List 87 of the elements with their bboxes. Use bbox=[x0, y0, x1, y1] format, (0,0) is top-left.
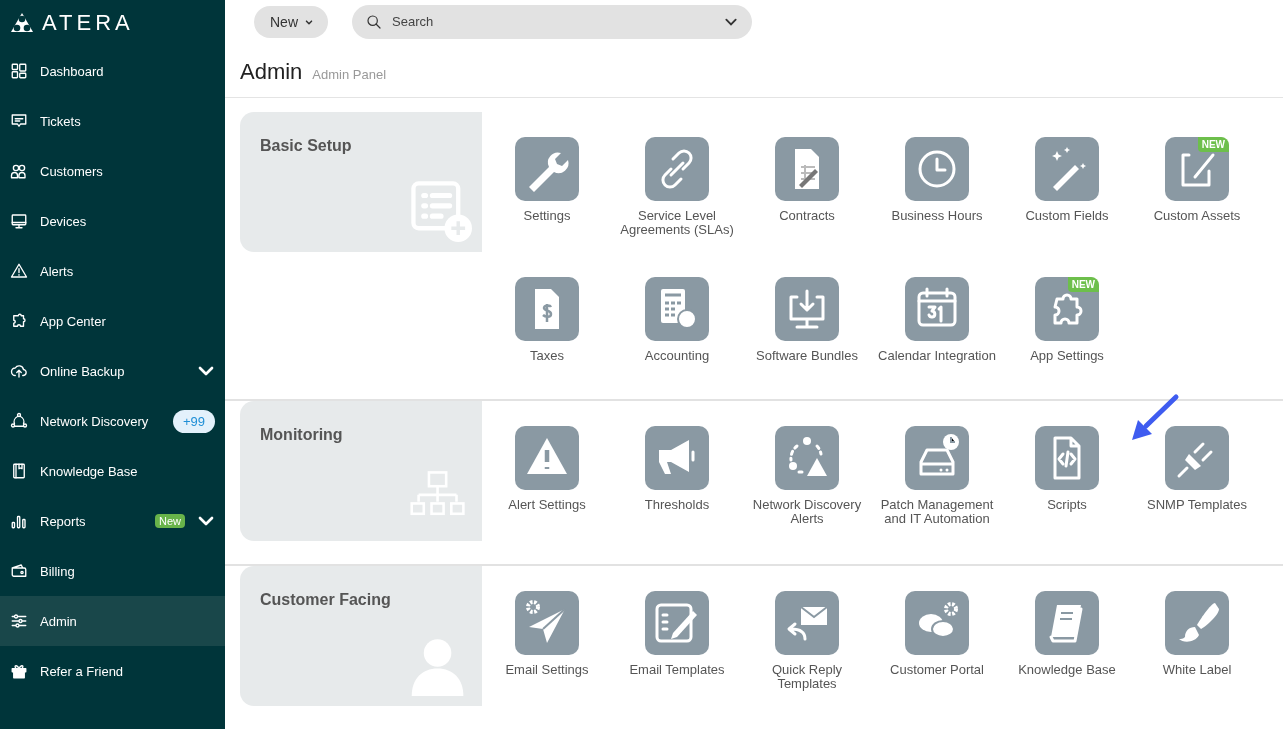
section-title: Monitoring bbox=[260, 426, 344, 444]
sliders-icon bbox=[10, 612, 28, 630]
sidebar-item[interactable]: Devices bbox=[0, 196, 225, 246]
network-nodes-icon bbox=[10, 412, 28, 430]
page-title: Admin bbox=[240, 59, 303, 85]
list-add-icon bbox=[410, 180, 472, 242]
dashboard-icon bbox=[10, 62, 28, 80]
admin-shortcut[interactable]: Thresholds bbox=[612, 426, 742, 526]
calculator-icon bbox=[645, 277, 709, 341]
people-icon bbox=[10, 162, 28, 180]
search-icon bbox=[366, 13, 382, 30]
admin-shortcut[interactable]: Knowledge Base bbox=[1002, 591, 1132, 691]
wallet-icon bbox=[10, 562, 28, 580]
book-icon bbox=[1035, 591, 1099, 655]
book-icon bbox=[10, 462, 28, 480]
warning-icon bbox=[515, 426, 579, 490]
new-button[interactable]: New bbox=[254, 5, 328, 38]
admin-shortcut[interactable]: Service Level Agreements (SLAs) bbox=[612, 137, 742, 237]
logo-icon bbox=[10, 12, 34, 34]
plug-icon bbox=[1165, 426, 1229, 490]
admin-shortcut[interactable]: Email Templates bbox=[612, 591, 742, 691]
chat-gear-icon bbox=[905, 591, 969, 655]
megaphone-icon bbox=[645, 426, 709, 490]
clock-icon bbox=[905, 137, 969, 201]
admin-shortcut[interactable]: Email Settings bbox=[482, 591, 612, 691]
admin-shortcut[interactable]: Patch Management and IT Automation bbox=[872, 426, 1002, 526]
admin-shortcut[interactable]: Customer Portal bbox=[872, 591, 1002, 691]
brand-name: ATERA bbox=[42, 10, 134, 36]
section-title: Basic Setup bbox=[260, 137, 353, 155]
sidebar-item[interactable]: Network Discovery +99 bbox=[0, 396, 225, 446]
admin-shortcut[interactable]: White Label bbox=[1132, 591, 1262, 691]
admin-shortcut[interactable]: Network Discovery Alerts bbox=[742, 426, 872, 526]
new-badge: NEW bbox=[1067, 277, 1099, 292]
admin-shortcut[interactable]: Contracts bbox=[742, 137, 872, 237]
admin-shortcut[interactable]: Business Hours bbox=[872, 137, 1002, 237]
monitor-icon bbox=[10, 212, 28, 230]
admin-shortcut[interactable]: Quick Reply Templates bbox=[742, 591, 872, 691]
puzzle-icon bbox=[10, 312, 28, 330]
admin-shortcut[interactable]: Scripts bbox=[1002, 426, 1132, 526]
sidebar-item[interactable]: Knowledge Base bbox=[0, 446, 225, 496]
annotation-arrow bbox=[1132, 394, 1179, 440]
calendar-icon bbox=[905, 277, 969, 341]
sidebar-item[interactable]: Online Backup bbox=[0, 346, 225, 396]
wrench-icon bbox=[515, 137, 579, 201]
code-file-icon bbox=[1035, 426, 1099, 490]
network-warning-icon bbox=[775, 426, 839, 490]
sidebar-item[interactable]: App Center bbox=[0, 296, 225, 346]
admin-shortcut[interactable]: Alert Settings bbox=[482, 426, 612, 526]
admin-shortcut[interactable]: NEW Custom Assets bbox=[1132, 137, 1262, 237]
admin-shortcut[interactable]: NEW App Settings bbox=[1002, 277, 1132, 363]
admin-shortcut[interactable]: Settings bbox=[482, 137, 612, 237]
admin-shortcut[interactable]: Calendar Integration bbox=[872, 277, 1002, 363]
dollar-document-icon bbox=[515, 277, 579, 341]
paper-plane-gear-icon bbox=[515, 591, 579, 655]
sidebar-item[interactable]: Reports New bbox=[0, 496, 225, 546]
sidebar-item[interactable]: Tickets bbox=[0, 96, 225, 146]
sidebar-item[interactable]: Dashboard bbox=[0, 46, 225, 96]
gift-icon bbox=[10, 662, 28, 680]
server-clock-icon bbox=[905, 426, 969, 490]
admin-shortcut[interactable]: Software Bundles bbox=[742, 277, 872, 363]
admin-shortcut[interactable]: Custom Fields bbox=[1002, 137, 1132, 237]
section-title: Customer Facing bbox=[260, 591, 392, 609]
admin-shortcut[interactable]: Accounting bbox=[612, 277, 742, 363]
chain-link-icon bbox=[645, 137, 709, 201]
cloud-upload-icon bbox=[10, 362, 28, 380]
envelope-reply-icon bbox=[775, 591, 839, 655]
sidebar-item[interactable]: Customers bbox=[0, 146, 225, 196]
paintbrush-icon bbox=[1165, 591, 1229, 655]
warning-icon bbox=[10, 262, 28, 280]
count-badge: +99 bbox=[172, 409, 215, 433]
page-subtitle: Admin Panel bbox=[312, 67, 387, 82]
admin-shortcut[interactable]: SNMP Templates bbox=[1132, 426, 1262, 526]
magic-wand-icon bbox=[1035, 137, 1099, 201]
admin-shortcut[interactable]: Taxes bbox=[482, 277, 612, 363]
chat-icon bbox=[10, 112, 28, 130]
sidebar-item[interactable]: Admin bbox=[0, 596, 225, 646]
document-pen-icon bbox=[775, 137, 839, 201]
sidebar-item[interactable]: Refer a Friend bbox=[0, 646, 225, 696]
sidebar-item[interactable]: Billing bbox=[0, 546, 225, 596]
clipboard-pen-icon bbox=[1165, 137, 1229, 201]
form-pen-icon bbox=[645, 591, 709, 655]
sidebar-item[interactable]: Alerts bbox=[0, 246, 225, 296]
monitor-download-icon bbox=[775, 277, 839, 341]
puzzle-icon bbox=[1035, 277, 1099, 341]
search-field[interactable]: Search bbox=[352, 4, 752, 39]
new-badge: NEW bbox=[1197, 137, 1229, 152]
new-badge: New bbox=[155, 514, 185, 528]
